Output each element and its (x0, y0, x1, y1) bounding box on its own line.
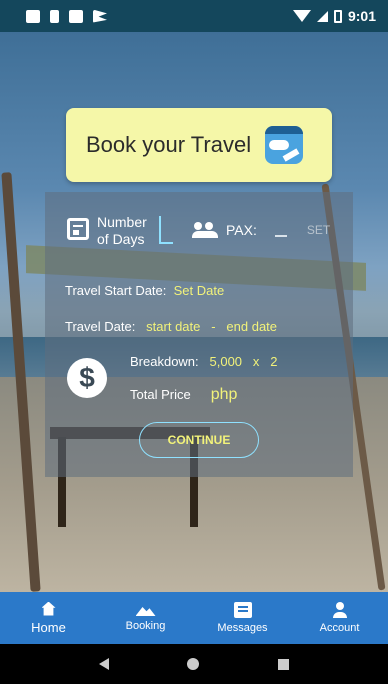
status-time: 9:01 (347, 8, 376, 24)
notification-icons (26, 9, 107, 23)
travel-icon (265, 126, 304, 164)
back-icon[interactable] (99, 658, 110, 670)
total-price-row: Total Price php (130, 386, 237, 404)
travel-date-row: Travel Date: start date - end date (65, 319, 277, 334)
days-input[interactable] (158, 216, 173, 244)
start-date-label: Travel Start Date: (65, 283, 167, 298)
system-nav-bar (0, 644, 388, 684)
header-card: Book your Travel (66, 108, 332, 182)
bottom-nav: Home Booking Messages Account (0, 592, 388, 644)
pax-input[interactable] (274, 223, 287, 237)
nav-item-home[interactable]: Home (0, 601, 97, 635)
wifi-icon (292, 10, 311, 22)
page-title: Book your Travel (86, 132, 252, 157)
home-circle-icon[interactable] (187, 658, 200, 670)
nav-item-account[interactable]: Account (291, 602, 388, 634)
gmail-icon (26, 9, 40, 23)
start-date-value[interactable]: start date (146, 319, 200, 334)
days-label: Number of Days (97, 214, 147, 247)
booking-form: Number of Days PAX: SET Travel Start Dat… (45, 192, 353, 477)
total-price-value: php (210, 386, 238, 403)
account-icon (332, 602, 348, 618)
dollar-icon: $ (67, 358, 107, 398)
breakdown-price: 5,000 (209, 354, 243, 369)
set-date-button[interactable]: Set Date (174, 283, 225, 298)
status-bar: 9:01 (0, 0, 388, 32)
nav-item-booking[interactable]: Booking (97, 604, 194, 632)
travel-date-label: Travel Date: (65, 319, 136, 334)
system-status: 9:01 (292, 8, 376, 24)
notification-clipboard-icon (69, 9, 83, 23)
date-separator: - (211, 319, 216, 334)
nav-label-messages: Messages (217, 622, 268, 634)
pax-row: PAX: SET (192, 222, 330, 238)
continue-button[interactable]: CONTINUE (139, 422, 259, 458)
recent-apps-icon[interactable] (277, 658, 289, 670)
nav-label-booking: Booking (125, 620, 166, 632)
start-date-row: Travel Start Date: Set Date (65, 283, 224, 298)
nav-label-home: Home (31, 619, 66, 635)
total-price-label: Total Price (130, 387, 191, 402)
people-icon (192, 222, 218, 238)
message-icon (233, 602, 252, 618)
nav-label-account: Account (319, 622, 360, 634)
end-date-value[interactable]: end date (226, 319, 277, 334)
nav-item-messages[interactable]: Messages (194, 602, 291, 634)
notification-person-icon (50, 9, 59, 23)
home-icon (41, 601, 56, 616)
notification-flag-icon (93, 9, 107, 23)
breakdown-row: Breakdown: 5,000 x 2 (130, 354, 277, 369)
signal-icon (316, 10, 328, 22)
pax-label: PAX: (226, 222, 257, 238)
mountain-icon (135, 607, 156, 616)
breakdown-label: Breakdown: (130, 354, 199, 369)
battery-icon (333, 9, 342, 23)
calendar-icon (67, 218, 89, 240)
breakdown-quantity: 2 (270, 354, 278, 369)
days-row: Number of Days (67, 214, 173, 248)
breakdown-times: x (252, 354, 260, 369)
set-button[interactable]: SET (307, 223, 330, 237)
